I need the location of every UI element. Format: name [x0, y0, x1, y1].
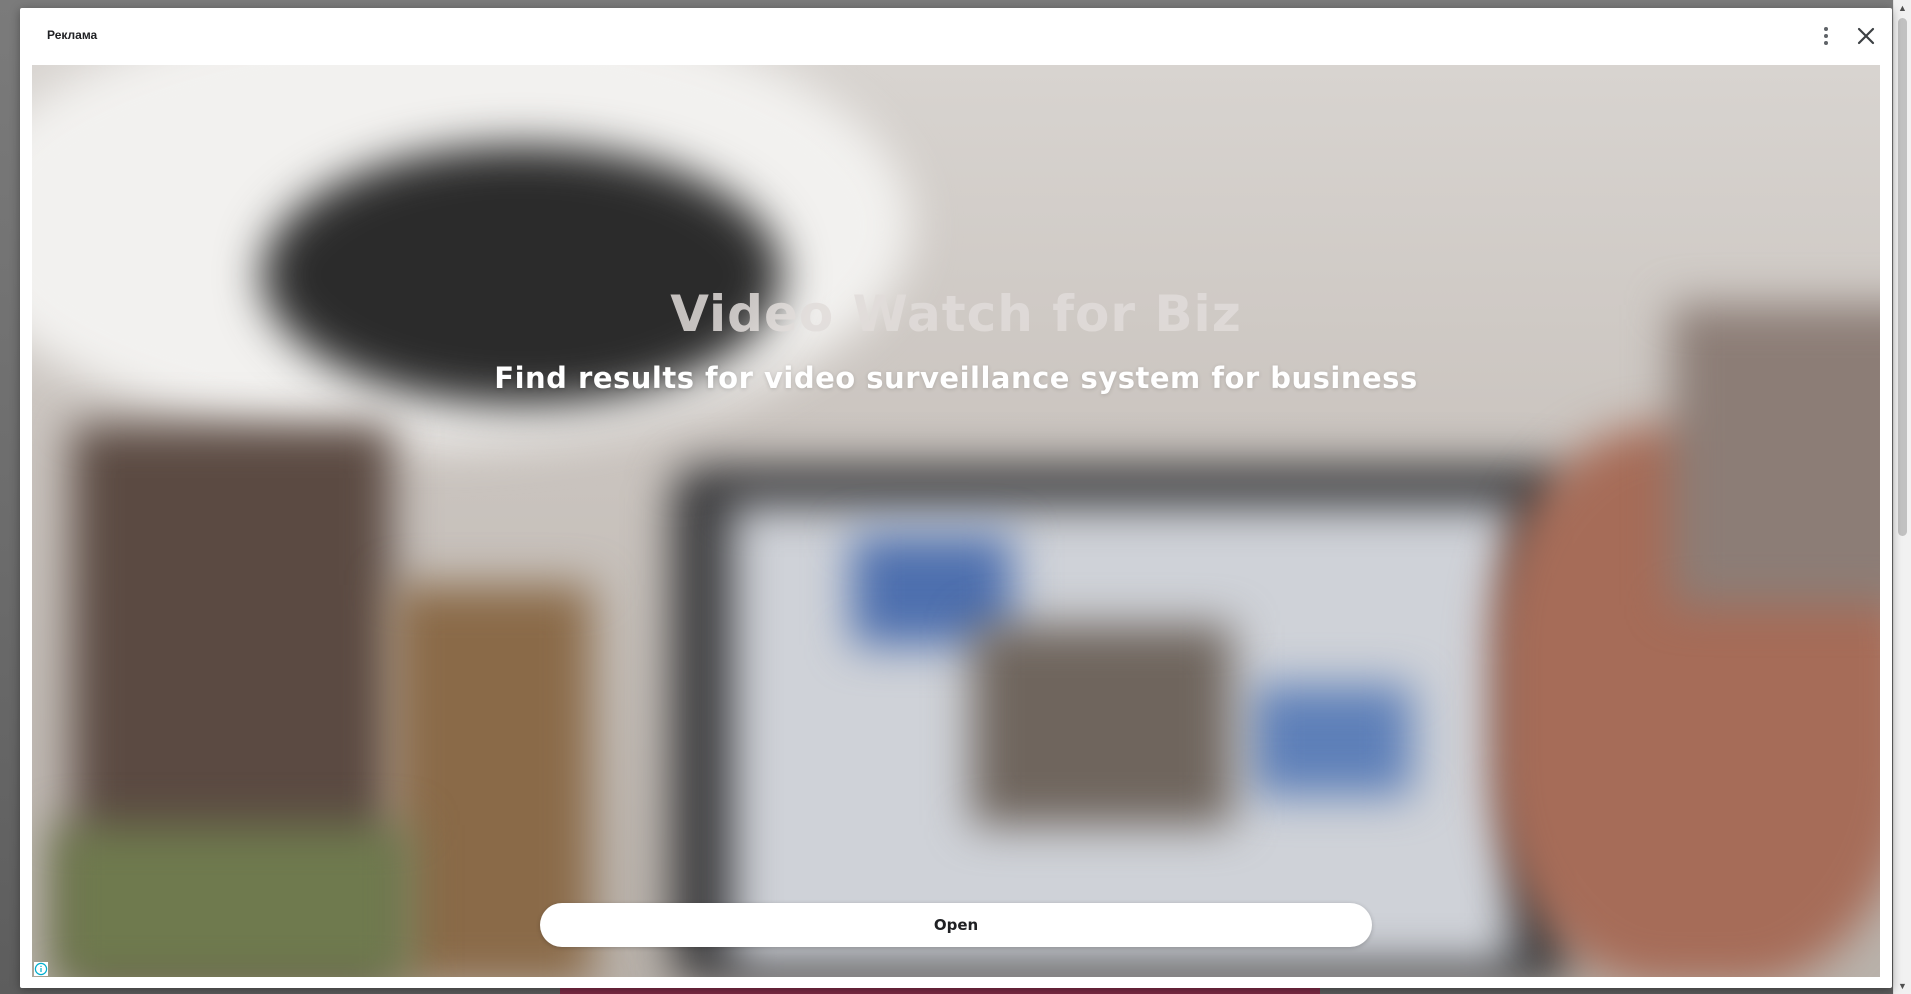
- open-button[interactable]: Open: [540, 903, 1372, 947]
- page-scrollbar[interactable]: ▲ ▼: [1893, 0, 1911, 994]
- ad-background-image: [32, 65, 1880, 977]
- dialog-header: Реклама: [20, 8, 1892, 65]
- scroll-down-arrow[interactable]: ▼: [1894, 978, 1911, 994]
- ad-dialog: Реклама Video Watch for Biz Find results…: [20, 8, 1892, 988]
- close-icon: [1857, 27, 1875, 45]
- dialog-title: Реклама: [47, 28, 98, 42]
- ad-creative[interactable]: Video Watch for Biz Find results for vid…: [32, 65, 1880, 977]
- ad-headline: Video Watch for Biz: [670, 285, 1242, 343]
- close-button[interactable]: [1854, 24, 1878, 48]
- more-vert-icon: [1824, 27, 1828, 31]
- info-icon: [34, 962, 48, 976]
- scroll-thumb[interactable]: [1898, 18, 1907, 536]
- more-options-button[interactable]: [1817, 25, 1835, 47]
- scroll-up-arrow[interactable]: ▲: [1894, 0, 1911, 16]
- ad-info-button[interactable]: [34, 962, 48, 976]
- ad-subheadline: Find results for video surveillance syst…: [494, 361, 1418, 395]
